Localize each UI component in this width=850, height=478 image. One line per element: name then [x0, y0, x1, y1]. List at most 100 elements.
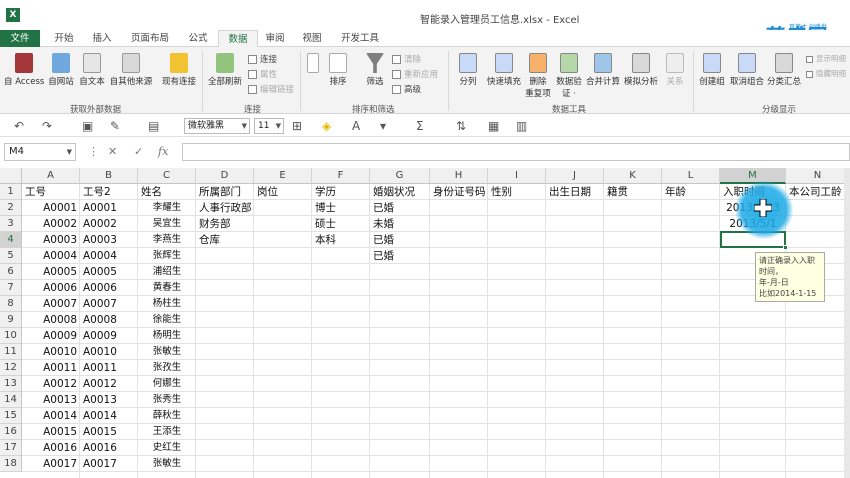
cell-c9[interactable]: 徐能生 — [138, 312, 196, 328]
font-color-dropdown-icon[interactable]: ▾ — [380, 119, 386, 133]
border-icon[interactable]: ⊞ — [292, 119, 302, 133]
tab-data[interactable]: 数据 — [218, 30, 258, 48]
sort-toolbar-icon[interactable]: ⇅ — [456, 119, 466, 133]
cell-b13[interactable]: A0012 — [80, 376, 138, 392]
cell-g3[interactable]: 未婚 — [370, 216, 430, 232]
cell-a4[interactable]: A0003 — [22, 232, 80, 248]
cell-b1[interactable]: 工号2 — [80, 184, 138, 200]
row-header-5[interactable]: 5 — [0, 248, 22, 264]
tab-home[interactable]: 开始 — [46, 30, 82, 47]
sort-button[interactable]: 排序 — [324, 53, 352, 87]
insert-function-icon[interactable]: fx — [158, 145, 168, 159]
font-color-icon[interactable]: A — [352, 119, 360, 133]
tab-review[interactable]: 审阅 — [260, 30, 290, 47]
group-button[interactable]: 创建组 — [697, 53, 727, 87]
subtotal-button[interactable]: 分类汇总 — [766, 53, 802, 87]
edit-links-button[interactable]: 编辑链接 — [248, 83, 294, 95]
cell-c11[interactable]: 张敏生 — [138, 344, 196, 360]
consolidate-button[interactable]: 合并计算 — [584, 53, 622, 87]
from-access-button[interactable]: 自 Access — [4, 53, 44, 87]
cell-e1[interactable]: 岗位 — [254, 184, 312, 200]
cell-f2[interactable]: 博士 — [312, 200, 370, 216]
text-to-columns-button[interactable]: 分列 — [454, 53, 482, 87]
cell-a17[interactable]: A0016 — [22, 440, 80, 456]
cell-l1[interactable]: 年龄 — [662, 184, 720, 200]
tab-insert[interactable]: 插入 — [84, 30, 120, 47]
filter-button[interactable]: 筛选 — [362, 53, 388, 87]
cell-d4[interactable]: 仓库 — [196, 232, 254, 248]
cell-c4[interactable]: 李燕生 — [138, 232, 196, 248]
font-size-select[interactable]: 11 ▼ — [254, 118, 284, 134]
cell-a14[interactable]: A0013 — [22, 392, 80, 408]
refresh-all-button[interactable]: 全部刷新 — [206, 53, 244, 87]
cell-b15[interactable]: A0014 — [80, 408, 138, 424]
column-header-f[interactable]: F — [312, 168, 370, 184]
column-header-i[interactable]: I — [488, 168, 546, 184]
cell-b16[interactable]: A0015 — [80, 424, 138, 440]
cell-b10[interactable]: A0009 — [80, 328, 138, 344]
cell-b2[interactable]: A0001 — [80, 200, 138, 216]
cell-f3[interactable]: 硕士 — [312, 216, 370, 232]
relationships-button[interactable]: 关系 — [662, 53, 688, 87]
column-header-a[interactable]: A — [22, 168, 80, 184]
column-header-c[interactable]: C — [138, 168, 196, 184]
advanced-filter-button[interactable]: 高级 — [392, 83, 421, 95]
cell-a7[interactable]: A0006 — [22, 280, 80, 296]
column-header-b[interactable]: B — [80, 168, 138, 184]
tab-developer[interactable]: 开发工具 — [334, 30, 386, 47]
cell-g4[interactable]: 已婚 — [370, 232, 430, 248]
chart-icon[interactable]: ▥ — [516, 119, 527, 133]
column-header-n[interactable]: N — [786, 168, 850, 184]
hide-detail-button[interactable]: 隐藏明细 — [806, 68, 846, 79]
row-header-4[interactable]: 4 — [0, 232, 22, 248]
cell-a16[interactable]: A0015 — [22, 424, 80, 440]
row-header-9[interactable]: 9 — [0, 312, 22, 328]
flash-fill-button[interactable]: 快速填充 — [484, 53, 524, 87]
column-header-d[interactable]: D — [196, 168, 254, 184]
cell-a11[interactable]: A0010 — [22, 344, 80, 360]
font-name-select[interactable]: 微软雅黑 ▼ — [184, 118, 250, 134]
row-header-14[interactable]: 14 — [0, 392, 22, 408]
cell-a12[interactable]: A0011 — [22, 360, 80, 376]
cell-d1[interactable]: 所属部门 — [196, 184, 254, 200]
undo-icon[interactable]: ↶ — [14, 119, 24, 133]
cell-f1[interactable]: 学历 — [312, 184, 370, 200]
cell-b17[interactable]: A0016 — [80, 440, 138, 456]
row-header-7[interactable]: 7 — [0, 280, 22, 296]
row-header-11[interactable]: 11 — [0, 344, 22, 360]
cell-b9[interactable]: A0008 — [80, 312, 138, 328]
data-validation-button[interactable]: 数据验 证 · — [554, 53, 584, 99]
cell-d3[interactable]: 财务部 — [196, 216, 254, 232]
cell-c13[interactable]: 何娜生 — [138, 376, 196, 392]
cell-a3[interactable]: A0002 — [22, 216, 80, 232]
cell-b12[interactable]: A0011 — [80, 360, 138, 376]
fill-color-icon[interactable]: ◈ — [322, 119, 331, 133]
cell-c5[interactable]: 张辉生 — [138, 248, 196, 264]
what-if-analysis-button[interactable]: 模拟分析 — [622, 53, 660, 87]
cell-c1[interactable]: 姓名 — [138, 184, 196, 200]
cell-b18[interactable]: A0017 — [80, 456, 138, 472]
excel-app-icon[interactable]: X — [6, 8, 20, 22]
remove-duplicates-button[interactable]: 删除 重复项 — [524, 53, 552, 99]
cell-a15[interactable]: A0014 — [22, 408, 80, 424]
cell-b8[interactable]: A0007 — [80, 296, 138, 312]
cell-b7[interactable]: A0006 — [80, 280, 138, 296]
brush-icon[interactable]: ✎ — [110, 119, 120, 133]
row-header-1[interactable]: 1 — [0, 184, 22, 200]
row-header-2[interactable]: 2 — [0, 200, 22, 216]
cell-a6[interactable]: A0005 — [22, 264, 80, 280]
cell-h1[interactable]: 身份证号码 — [430, 184, 488, 200]
cell-c14[interactable]: 张秀生 — [138, 392, 196, 408]
cell-c7[interactable]: 黄春生 — [138, 280, 196, 296]
row-header-16[interactable]: 16 — [0, 424, 22, 440]
connections-button[interactable]: 连接 — [248, 53, 277, 65]
from-web-button[interactable]: 自网站 — [46, 53, 76, 87]
column-header-k[interactable]: K — [604, 168, 662, 184]
clear-filter-button[interactable]: 清除 — [392, 53, 421, 65]
formula-input[interactable] — [182, 143, 850, 161]
worksheet-grid[interactable]: A B C D E F G H I J K L M N 1 2 3 4 5 6 7 8 9 10 11 12 13 14 15 16 17 1… — [0, 168, 850, 478]
cell-b3[interactable]: A0002 — [80, 216, 138, 232]
cell-c10[interactable]: 杨明生 — [138, 328, 196, 344]
row-header-12[interactable]: 12 — [0, 360, 22, 376]
ungroup-button[interactable]: 取消组合 — [728, 53, 766, 87]
